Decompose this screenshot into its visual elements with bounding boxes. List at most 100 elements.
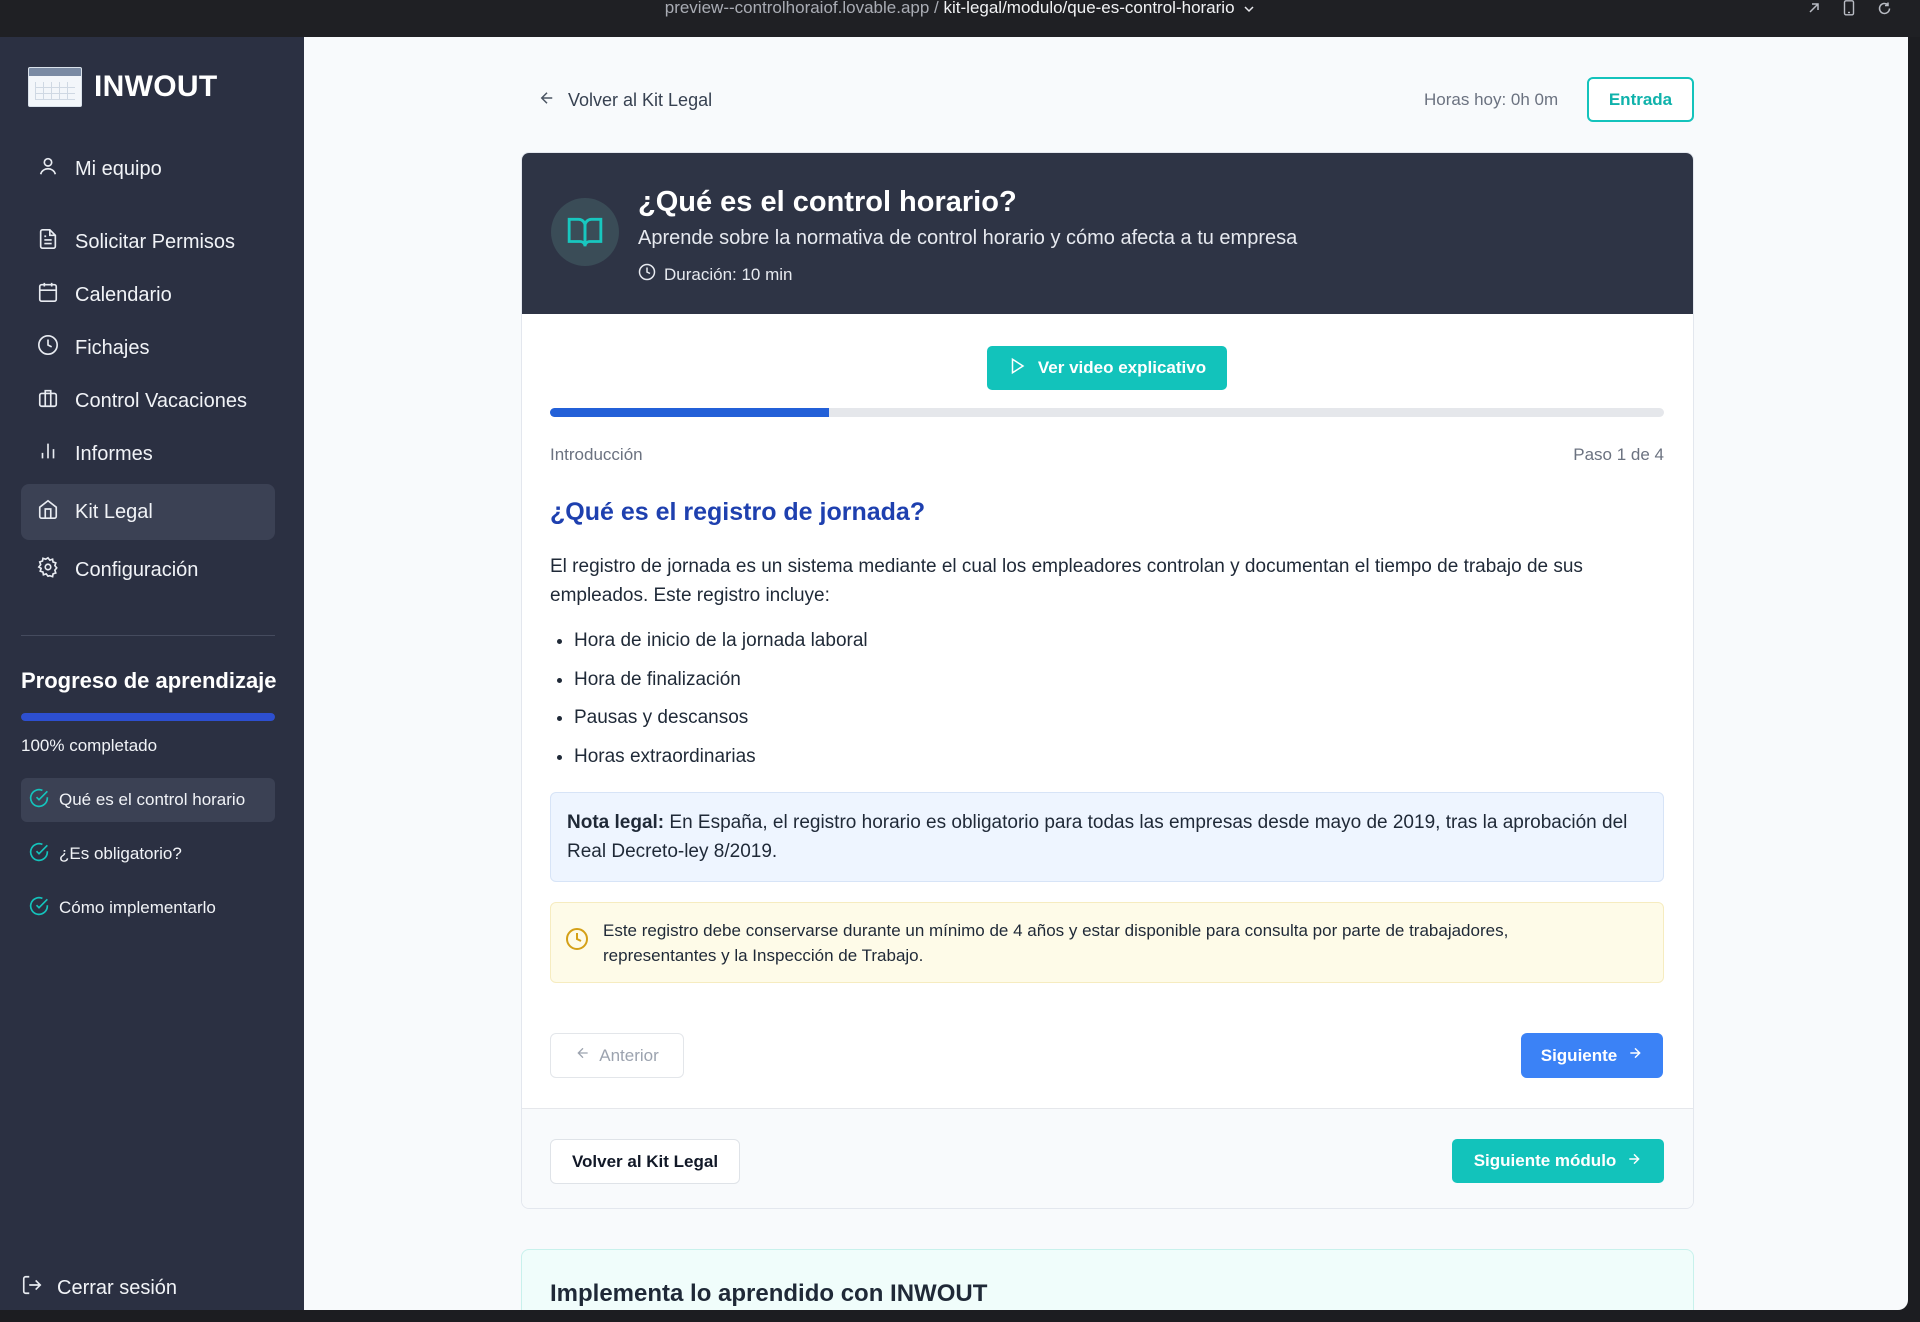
legal-note-label: Nota legal: [567,812,665,833]
section-paragraph: El registro de jornada es un sistema med… [550,556,1583,606]
module-item-label: Cómo implementarlo [59,898,216,917]
sidebar-item-mi-equipo[interactable]: Mi equipo [21,141,275,197]
sidebar-item-label: Solicitar Permisos [75,230,236,253]
arrow-left-icon [575,1045,591,1066]
learning-progress-fill [21,713,275,721]
duration-label: Duración: 10 min [664,264,793,284]
step-progress-fill [550,408,829,417]
module-item-obligatorio[interactable]: ¿Es obligatorio? [21,832,275,876]
bar-chart-icon [37,440,59,468]
module-item-que-es[interactable]: Qué es el control horario [21,778,275,822]
arrow-right-icon [1626,1151,1642,1172]
window-edge [0,1310,1920,1322]
back-to-kit-button[interactable]: Volver al Kit Legal [550,1139,740,1184]
check-circle-icon [29,788,49,813]
back-to-kit-label: Volver al Kit Legal [568,90,713,110]
app-window: INWOUT Mi equipo Solicitar Permisos Cale… [0,37,1908,1310]
sidebar: INWOUT Mi equipo Solicitar Permisos Cale… [0,37,304,1310]
module-title: ¿Qué es el control horario? [638,186,1017,218]
implement-promo-card: Implementa lo aprendido con INWOUT [521,1249,1694,1310]
gear-icon [37,556,59,584]
promo-title: Implementa lo aprendido con INWOUT [550,1280,988,1307]
open-external-icon[interactable] [1807,1,1821,15]
previous-step-label: Anterior [599,1045,659,1065]
sidebar-item-configuracion[interactable]: Configuración [21,542,275,598]
step-progress-bar [550,408,1664,417]
logout-button[interactable]: Cerrar sesión [21,1274,177,1302]
next-module-button[interactable]: Siguiente módulo [1452,1139,1664,1183]
browser-toolbar: preview--controlhoraiof.lovable.app / ki… [0,0,1920,37]
next-step-label: Siguiente [1540,1045,1618,1065]
arrow-left-icon [538,89,556,112]
legal-note: Nota legal: En España, el registro horar… [550,792,1664,882]
section-title: ¿Qué es el registro de jornada? [550,498,926,526]
learning-progress-bar [21,713,275,721]
url-path: kit-legal/modulo/que-es-control-horario [943,0,1235,17]
sidebar-item-label: Fichajes [75,336,150,359]
module-item-label: Qué es el control horario [59,790,246,809]
module-footer: Volver al Kit Legal Siguiente módulo [522,1108,1693,1208]
file-text-icon [37,228,59,256]
list-item: Hora de inicio de la jornada laboral [574,622,868,661]
brand-logo[interactable]: INWOUT [28,67,217,107]
previous-step-button[interactable]: Anterior [550,1033,684,1078]
luggage-icon [37,387,59,415]
entrada-button[interactable]: Entrada [1587,77,1694,122]
sidebar-item-fichajes[interactable]: Fichajes [21,320,275,376]
learning-progress-title: Progreso de aprendizaje [21,668,277,693]
sidebar-item-label: Kit Legal [75,500,153,523]
sidebar-item-label: Calendario [75,283,172,306]
bullet-list: Hora de inicio de la jornada laboral Hor… [550,622,868,777]
address-bar[interactable]: preview--controlhoraiof.lovable.app / ki… [0,0,1920,17]
sidebar-item-label: Configuración [75,558,199,581]
module-item-label: ¿Es obligatorio? [59,844,182,863]
mobile-view-icon[interactable] [1843,0,1855,16]
chevron-down-icon[interactable] [1243,1,1255,17]
play-icon [1008,357,1026,380]
check-circle-icon [29,842,49,867]
window-edge [1908,37,1920,1322]
brand-name: INWOUT [94,70,218,103]
step-name: Introducción [550,445,643,464]
sidebar-item-solicitar-permisos[interactable]: Solicitar Permisos [21,214,275,270]
list-item: Pausas y descansos [574,699,868,738]
sidebar-item-label: Informes [75,442,153,465]
list-item: Horas extraordinarias [574,738,868,777]
clock-icon [37,334,59,362]
module-duration: Duración: 10 min [638,263,793,286]
retention-warning-text: Este registro debe conservarse durante u… [603,920,1509,965]
sidebar-item-control-vacaciones[interactable]: Control Vacaciones [21,373,275,429]
sidebar-item-informes[interactable]: Informes [21,426,275,482]
watch-video-button[interactable]: Ver video explicativo [987,346,1227,390]
sidebar-item-label: Mi equipo [75,157,162,180]
back-to-kit-link[interactable]: Volver al Kit Legal [538,89,712,112]
module-header: ¿Qué es el control horario? Aprende sobr… [522,153,1693,314]
clock-warning-icon [565,927,589,958]
legal-note-text: En España, el registro horario es obliga… [567,812,1628,862]
user-icon [37,155,59,183]
step-counter: Paso 1 de 4 [1573,445,1664,464]
next-step-button[interactable]: Siguiente [1521,1033,1663,1078]
sidebar-item-kit-legal[interactable]: Kit Legal [21,484,275,540]
arrow-right-icon [1627,1045,1643,1066]
url-separator: / [929,0,944,17]
module-item-implementarlo[interactable]: Cómo implementarlo [21,886,275,930]
logout-label: Cerrar sesión [57,1276,178,1299]
book-icon [551,198,619,266]
clock-icon [638,263,656,286]
logout-icon [21,1274,43,1302]
list-item: Hora de finalización [574,661,868,700]
module-subtitle: Aprende sobre la normativa de control ho… [638,227,1298,249]
watch-video-label: Ver video explicativo [1037,358,1207,377]
logo-image [28,67,82,107]
sidebar-divider [21,635,275,636]
next-module-label: Siguiente módulo [1473,1151,1617,1170]
sidebar-item-calendario[interactable]: Calendario [21,267,275,323]
retention-warning: Este registro debe conservarse durante u… [550,902,1664,983]
url-host: preview--controlhoraiof.lovable.app [664,0,930,17]
learning-progress-label: 100% completado [21,736,158,755]
home-icon [37,498,59,526]
sidebar-item-label: Control Vacaciones [75,389,247,412]
reload-icon[interactable] [1877,1,1892,16]
hours-today: Horas hoy: 0h 0m [1424,90,1559,109]
